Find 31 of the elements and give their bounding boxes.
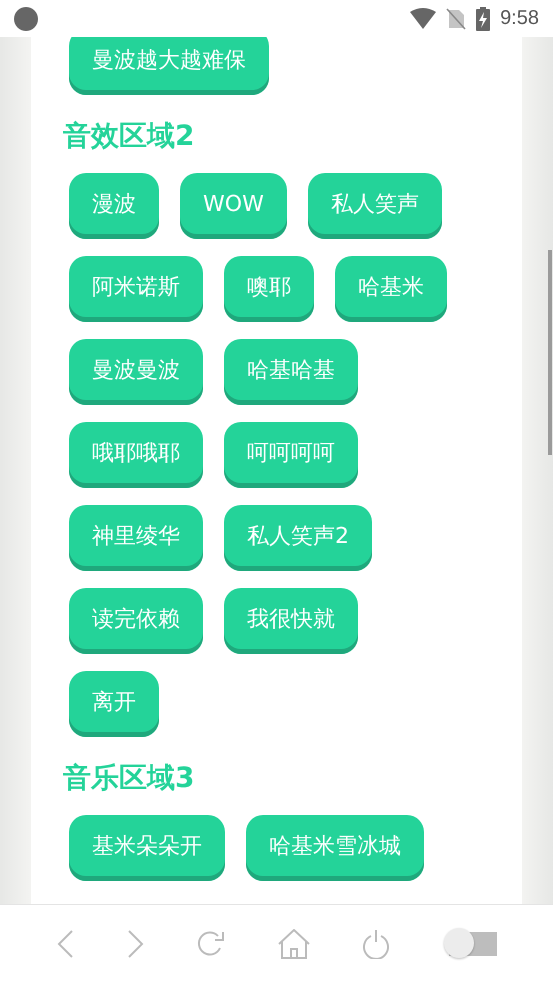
sound-button[interactable]: 阿米诺斯 (69, 256, 203, 322)
sound-button[interactable]: 基米朵朵开 (69, 815, 225, 881)
sound-button[interactable]: 离开 (69, 671, 159, 737)
sound-button[interactable]: 私人笑声2 (224, 505, 372, 571)
sound-button[interactable]: 哈基哈基 (224, 339, 358, 405)
wifi-icon (410, 8, 436, 30)
section-heading: 音乐区域3 (63, 760, 196, 796)
no-sim-icon (446, 8, 466, 30)
battery-charging-icon (476, 6, 490, 30)
notification-dot-icon (14, 6, 38, 30)
sound-button[interactable]: WOW (180, 173, 287, 239)
sound-button[interactable]: 我很快就 (224, 588, 358, 654)
forward-icon[interactable] (126, 930, 145, 958)
sound-button[interactable]: 读完依赖 (69, 588, 203, 654)
sound-button[interactable]: 噢耶 (224, 256, 314, 322)
scrollbar[interactable] (548, 250, 552, 455)
sound-button[interactable]: 漫波 (69, 173, 159, 239)
refresh-icon[interactable] (197, 930, 226, 958)
sound-button[interactable]: 哦耶哦耶 (69, 422, 203, 488)
sound-button[interactable]: 曼波曼波 (69, 339, 203, 405)
sound-button[interactable]: 私人笑声 (308, 173, 442, 239)
sound-button[interactable]: 曼波越大越难保 (69, 37, 269, 95)
status-time: 9:58 (500, 7, 539, 30)
back-icon[interactable] (56, 930, 74, 958)
power-icon[interactable] (362, 929, 390, 959)
sound-button[interactable]: 哈基米 (335, 256, 447, 322)
sound-button[interactable]: 呵呵呵呵 (224, 422, 358, 488)
sound-button[interactable]: 神里绫华 (69, 505, 203, 571)
home-icon[interactable] (278, 929, 310, 959)
sound-button[interactable]: 哈基米雪冰城 (246, 815, 424, 881)
section-heading: 音效区域2 (63, 118, 196, 154)
